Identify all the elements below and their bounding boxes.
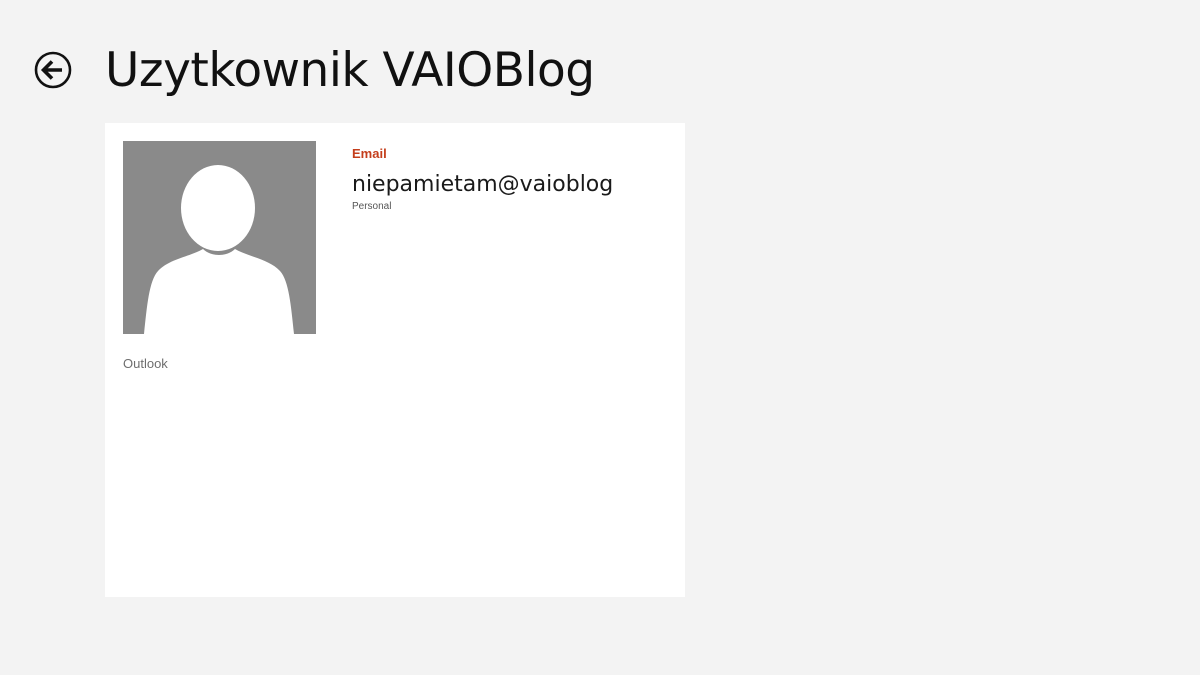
- email-section-heading: Email: [352, 146, 387, 161]
- account-source-label: Outlook: [123, 356, 168, 371]
- person-placeholder-icon: [144, 165, 294, 334]
- back-arrow-circle-icon[interactable]: [34, 51, 72, 89]
- email-address-link[interactable]: niepamietam@vaioblog: [352, 172, 613, 197]
- contact-card: Outlook Email niepamietam@vaioblog Perso…: [105, 123, 685, 597]
- email-type-label: Personal: [352, 201, 392, 212]
- avatar[interactable]: [123, 141, 316, 334]
- page-title: Uzytkownik VAIOBlog: [105, 43, 595, 98]
- back-button[interactable]: [34, 51, 72, 89]
